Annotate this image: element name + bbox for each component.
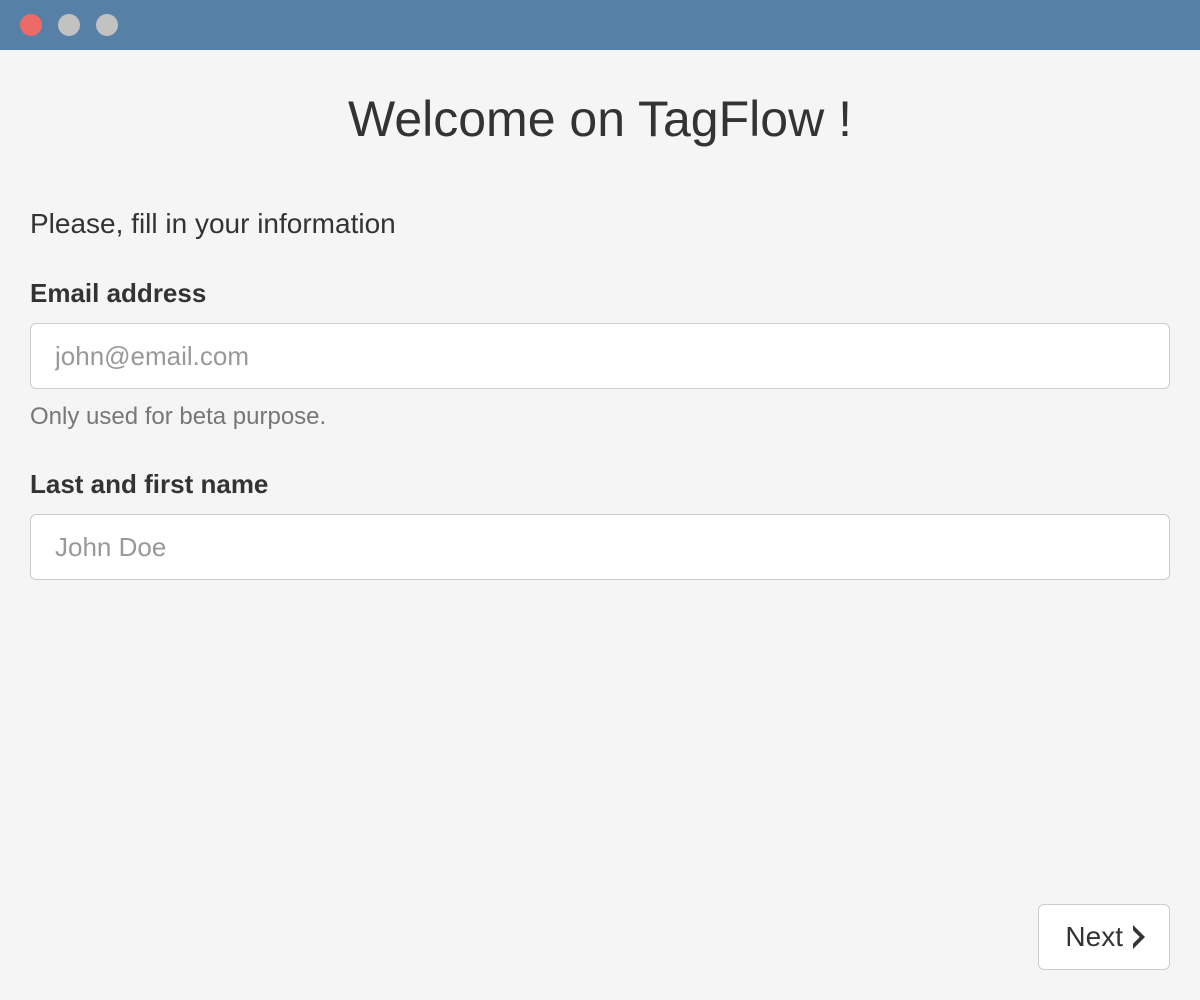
form-prompt: Please, fill in your information (30, 208, 1170, 240)
email-field[interactable] (30, 323, 1170, 389)
name-field[interactable] (30, 514, 1170, 580)
next-button-label: Next (1065, 921, 1123, 953)
name-label: Last and first name (30, 469, 1170, 500)
email-group: Email address Only used for beta purpose… (30, 278, 1170, 431)
page-title: Welcome on TagFlow ! (30, 90, 1170, 148)
chevron-right-icon (1131, 925, 1147, 949)
email-help-text: Only used for beta purpose. (30, 403, 1170, 431)
next-button[interactable]: Next (1038, 904, 1170, 970)
name-group: Last and first name (30, 469, 1170, 580)
window-close-icon[interactable] (20, 14, 42, 36)
email-label: Email address (30, 278, 1170, 309)
window-titlebar (0, 0, 1200, 50)
main-content: Welcome on TagFlow ! Please, fill in you… (0, 50, 1200, 1000)
window-maximize-icon[interactable] (96, 14, 118, 36)
window-minimize-icon[interactable] (58, 14, 80, 36)
